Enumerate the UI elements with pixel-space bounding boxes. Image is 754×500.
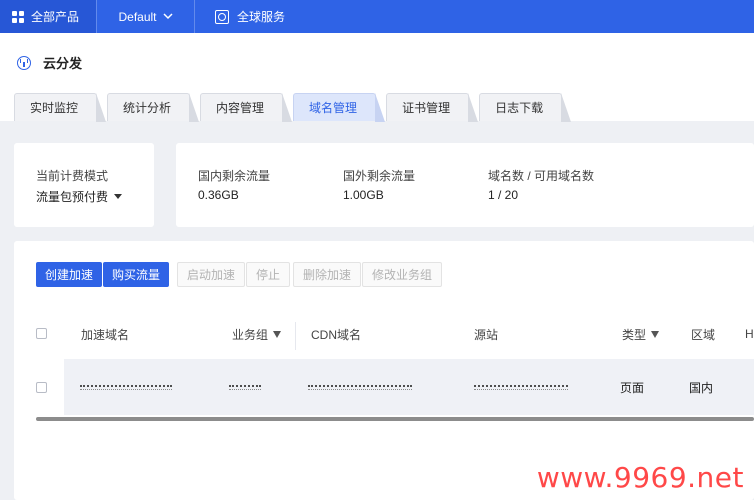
row-group-masked	[229, 359, 261, 415]
tab-certificate-management[interactable]: 证书管理	[386, 93, 479, 122]
watermark: www.9969.net	[536, 461, 744, 494]
billing-card: 当前计费模式 流量包预付费	[14, 143, 154, 227]
col-http: H	[745, 314, 754, 354]
chevron-down-icon	[162, 13, 173, 20]
filter-icon[interactable]	[651, 330, 660, 338]
traffic-stats-card: 国内剩余流量 0.36GB 国外剩余流量 1.00GB 域名数 / 可用域名数 …	[176, 143, 754, 227]
horizontal-scrollbar[interactable]	[36, 417, 754, 421]
column-divider	[295, 322, 296, 350]
col-business-group[interactable]: 业务组	[232, 314, 282, 354]
col-origin: 源站	[474, 314, 498, 354]
domestic-traffic-label: 国内剩余流量	[198, 169, 271, 183]
global-icon	[215, 9, 229, 24]
domain-count-label: 域名数 / 可用域名数	[488, 169, 595, 183]
row-origin-masked	[474, 359, 568, 415]
col-label: H	[745, 327, 754, 341]
cdn-logo-icon	[17, 55, 31, 70]
tab-label: 域名管理	[309, 101, 358, 115]
tab-domain-management[interactable]: 域名管理	[293, 93, 386, 122]
overseas-traffic-value: 1.00GB	[343, 188, 384, 202]
all-products-label: 全部产品	[31, 10, 80, 24]
tab-label: 证书管理	[402, 101, 451, 115]
page-title-text: 云分发	[43, 56, 83, 71]
create-acceleration-button[interactable]: 创建加速	[36, 262, 103, 287]
col-type[interactable]: 类型	[622, 314, 660, 354]
overseas-traffic-label: 国外剩余流量	[343, 169, 416, 183]
billing-mode-select[interactable]: 流量包预付费	[36, 188, 123, 205]
row-cdn-domain-masked	[308, 359, 412, 415]
col-domain: 加速域名	[81, 314, 129, 354]
tab-content-management[interactable]: 内容管理	[200, 93, 293, 122]
tab-label: 统计分析	[123, 101, 172, 115]
col-label: 类型	[622, 327, 647, 342]
row-domain-masked	[80, 359, 172, 415]
table-row[interactable]: 页面 国内	[64, 359, 754, 415]
domain-count-value: 1 / 20	[488, 188, 519, 202]
domestic-traffic-value: 0.36GB	[198, 188, 239, 202]
row-region: 国内	[689, 380, 714, 395]
caret-down-icon	[114, 194, 123, 199]
buy-traffic-button[interactable]: 购买流量	[103, 262, 170, 287]
tab-label: 日志下载	[495, 101, 544, 115]
stop-button[interactable]: 停止	[246, 262, 291, 287]
grid-icon	[12, 10, 24, 23]
col-label: 源站	[474, 327, 499, 342]
global-services-link[interactable]: 全球服务	[195, 0, 297, 33]
col-cdn-domain: CDN域名	[311, 314, 361, 354]
tab-label: 实时监控	[30, 101, 79, 115]
delete-acceleration-button[interactable]: 删除加速	[293, 262, 362, 287]
modify-group-button[interactable]: 修改业务组	[362, 262, 443, 287]
all-products-menu[interactable]: 全部产品	[0, 0, 96, 33]
row-type: 页面	[620, 380, 645, 395]
col-label: 业务组	[232, 327, 269, 342]
tab-bar: 实时监控 统计分析 内容管理 域名管理 证书管理 日志下载	[14, 91, 572, 122]
col-label: CDN域名	[311, 327, 361, 342]
tab-log-download[interactable]: 日志下载	[479, 93, 572, 122]
billing-mode-label: 当前计费模式	[36, 169, 109, 183]
select-all-checkbox[interactable]	[36, 328, 47, 339]
row-checkbox[interactable]	[36, 382, 47, 393]
region-select[interactable]: Default	[96, 0, 195, 33]
page-header: 云分发 实时监控 统计分析 内容管理 域名管理 证书管理 日志下载	[0, 33, 754, 122]
col-label: 加速域名	[81, 327, 130, 342]
start-acceleration-button[interactable]: 启动加速	[177, 262, 246, 287]
tab-statistics[interactable]: 统计分析	[107, 93, 200, 122]
billing-mode-value: 流量包预付费	[36, 190, 109, 204]
tab-realtime-monitor[interactable]: 实时监控	[14, 93, 107, 122]
page-title: 云分发	[17, 53, 82, 72]
filter-icon[interactable]	[273, 330, 282, 338]
col-region: 区域	[691, 314, 715, 354]
table-header: 加速域名 业务组 CDN域名 源站 类型 区域 H	[14, 314, 754, 354]
tab-label: 内容管理	[216, 101, 265, 115]
top-bar: 全部产品 Default 全球服务	[0, 0, 754, 33]
global-services-label: 全球服务	[237, 10, 286, 24]
col-label: 区域	[691, 327, 716, 342]
region-select-label: Default	[118, 9, 157, 24]
